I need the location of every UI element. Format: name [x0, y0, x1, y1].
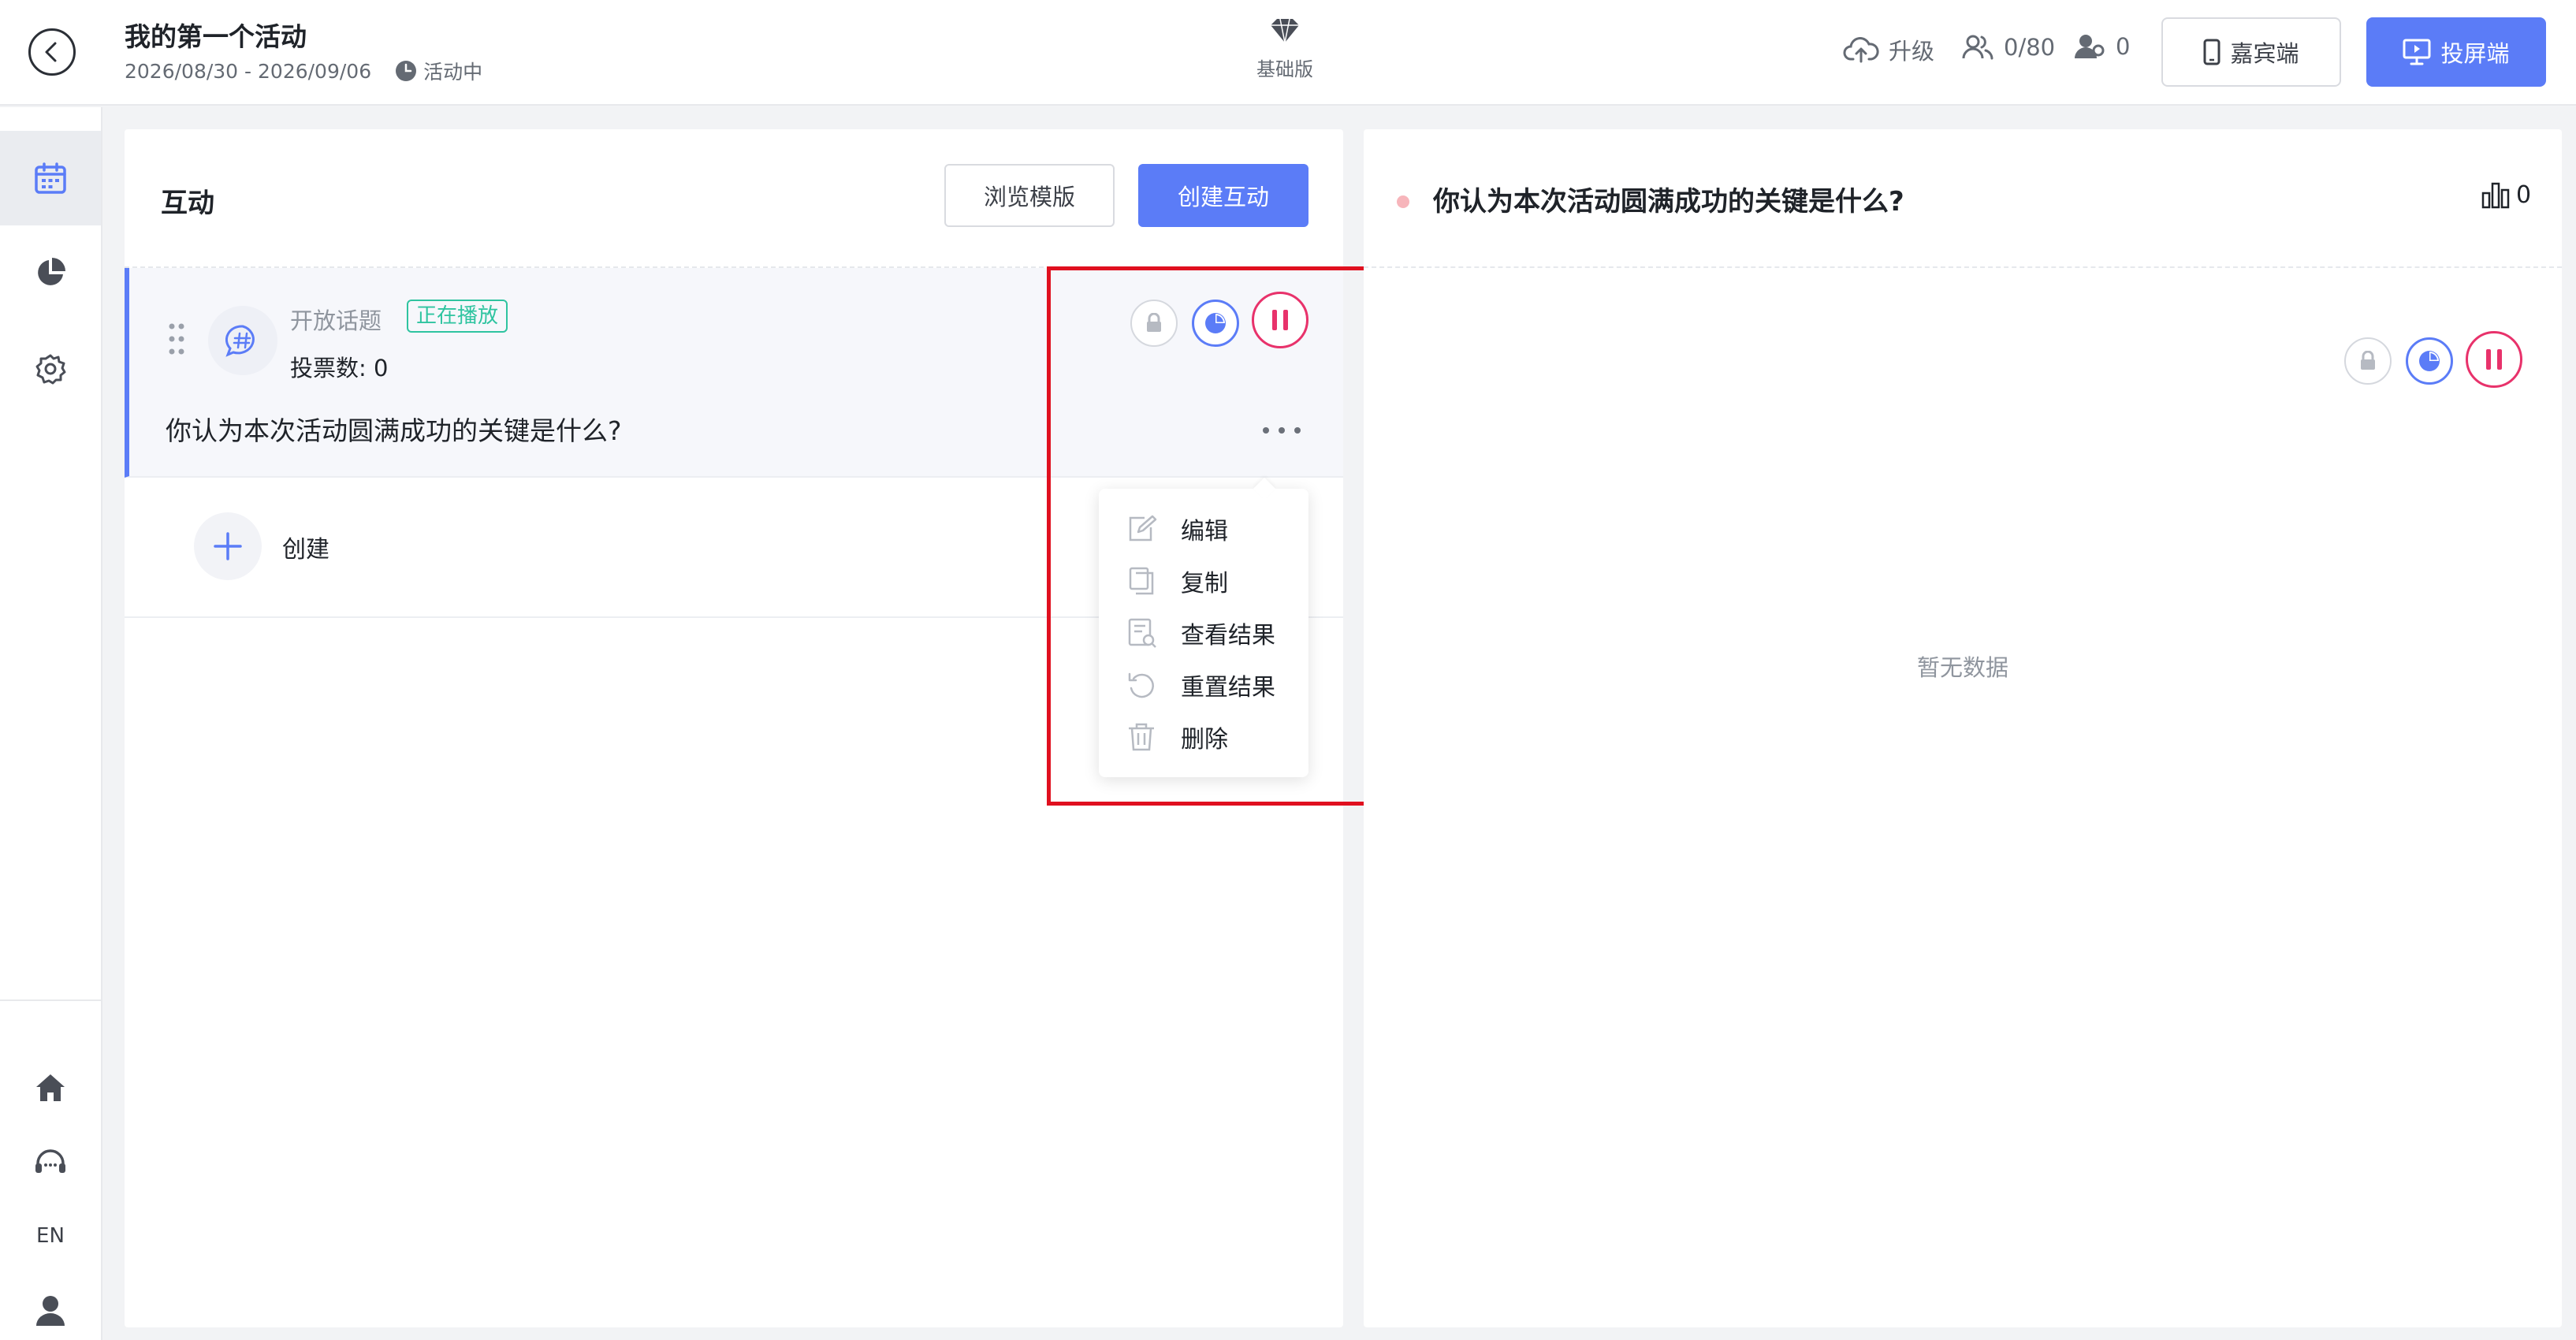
event-title: 我的第一个活动: [125, 21, 307, 52]
response-count-value: 0: [2516, 181, 2532, 209]
menu-item-copy[interactable]: 复制: [1099, 555, 1308, 607]
pie-chart-icon: [2419, 351, 2440, 371]
preview-question-title: 你认为本次活动圆满成功的关键是什么?: [1433, 186, 1904, 218]
stop-button[interactable]: [1252, 292, 1308, 348]
delete-icon: [1129, 723, 1154, 751]
create-interaction-button[interactable]: 创建互动: [1138, 164, 1308, 227]
view-results-icon: [1128, 618, 1156, 648]
more-horizontal-icon: [1263, 427, 1301, 434]
event-status: 活动中: [395, 57, 482, 85]
more-options-menu: 编辑 复制 查看结果 重置结果 删除: [1099, 477, 1308, 777]
menu-item-delete[interactable]: 删除: [1099, 711, 1308, 763]
bar-chart-icon: [2481, 182, 2510, 208]
status-dot: [1397, 195, 1409, 208]
add-button[interactable]: [194, 512, 262, 580]
create-label: 创建: [282, 536, 329, 564]
panel-title: 互动: [161, 188, 214, 219]
event-meta: 2026/08/30 - 2026/09/06 活动中: [125, 57, 482, 85]
menu-label-edit: 编辑: [1181, 518, 1228, 545]
date-range: 2026/08/30 - 2026/09/06: [125, 59, 372, 83]
pause-icon: [2486, 349, 2502, 370]
sidebar-item-statistics[interactable]: [0, 225, 101, 320]
diamond-icon: [1271, 18, 1299, 43]
sidebar-item-account[interactable]: [0, 1263, 101, 1340]
gear-icon: [35, 354, 66, 385]
plus-icon: [214, 532, 242, 560]
cloud-upload-icon: [1843, 37, 1879, 63]
calendar-icon: [35, 162, 66, 194]
menu-label-copy: 复制: [1181, 570, 1228, 597]
question-text: 你认为本次活动圆满成功的关键是什么?: [166, 415, 622, 446]
upgrade-link[interactable]: 升级: [1843, 33, 1934, 66]
topic-type-icon-wrap: [208, 306, 277, 375]
empty-state-text: 暂无数据: [1916, 654, 2008, 681]
home-icon: [36, 1074, 65, 1101]
sidebar-divider: [0, 999, 101, 1001]
vote-count: 投票数: 0: [290, 355, 389, 382]
browse-templates-button[interactable]: 浏览模版: [944, 164, 1115, 227]
interaction-type-label: 开放话题: [290, 307, 382, 334]
lock-icon: [2361, 351, 2375, 370]
drag-handle-icon[interactable]: [167, 322, 186, 356]
plan-indicator[interactable]: 基础版: [1230, 17, 1340, 81]
headset-icon: [35, 1149, 65, 1173]
menu-label-reset-results: 重置结果: [1181, 674, 1275, 702]
plan-label: 基础版: [1256, 58, 1313, 80]
interaction-item[interactable]: 开放话题 正在播放 投票数: 0 你认为本次活动圆满成功的关键是什么?: [125, 268, 1343, 478]
sidebar-item-settings[interactable]: [0, 322, 101, 416]
sidebar: EN: [0, 107, 102, 1340]
sidebar-item-calendar[interactable]: [0, 131, 101, 225]
guest-view-button[interactable]: 嘉宾端: [2161, 17, 2341, 87]
menu-item-view-results[interactable]: 查看结果: [1099, 607, 1308, 659]
menu-item-reset-results[interactable]: 重置结果: [1099, 659, 1308, 711]
participants-count: 0/80: [1961, 33, 2055, 61]
users-icon: [1962, 35, 1993, 60]
presentation-icon: [2403, 39, 2431, 65]
user-online-icon: [2075, 35, 2105, 58]
upgrade-label: 升级: [1889, 38, 1935, 65]
reset-icon: [1128, 672, 1154, 698]
lock-button[interactable]: [1130, 300, 1178, 347]
online-count: 0: [2075, 33, 2130, 60]
results-button[interactable]: [1192, 300, 1239, 347]
participants-value: 0/80: [2004, 34, 2056, 61]
live-status-badge: 正在播放: [407, 300, 508, 333]
top-bar: 我的第一个活动 2026/08/30 - 2026/09/06 活动中 基础版 …: [0, 0, 2576, 106]
guest-view-label: 嘉宾端: [2230, 40, 2299, 67]
preview-stop-button[interactable]: [2466, 331, 2522, 388]
copy-icon: [1129, 567, 1154, 595]
menu-item-edit[interactable]: 编辑: [1099, 503, 1308, 555]
preview-results-button[interactable]: [2406, 337, 2453, 385]
back-button[interactable]: [28, 28, 76, 76]
menu-label-delete: 删除: [1181, 726, 1228, 754]
clock-icon: [396, 61, 417, 81]
status-text: 活动中: [423, 61, 483, 84]
more-options-button[interactable]: [1258, 415, 1305, 446]
phone-icon: [2203, 39, 2220, 65]
chevron-left-icon: [45, 42, 57, 62]
screen-view-label: 投屏端: [2440, 40, 2510, 67]
screen-view-button[interactable]: 投屏端: [2366, 17, 2546, 87]
edit-icon: [1129, 515, 1157, 542]
hashtag-chat-icon: [225, 325, 255, 357]
pie-chart-icon: [1205, 313, 1226, 333]
menu-label-view-results: 查看结果: [1181, 622, 1275, 650]
preview-lock-button[interactable]: [2344, 337, 2392, 385]
lock-icon: [1147, 313, 1161, 332]
online-value: 0: [2116, 33, 2131, 60]
pie-chart-icon: [38, 258, 65, 285]
pause-icon: [1272, 310, 1288, 330]
user-icon: [36, 1296, 65, 1326]
language-label: EN: [36, 1224, 65, 1248]
preview-panel: 你认为本次活动圆满成功的关键是什么? 0 暂无数据: [1364, 129, 2562, 1327]
response-count: 0: [2481, 181, 2531, 209]
preview-divider: [1364, 266, 2562, 268]
